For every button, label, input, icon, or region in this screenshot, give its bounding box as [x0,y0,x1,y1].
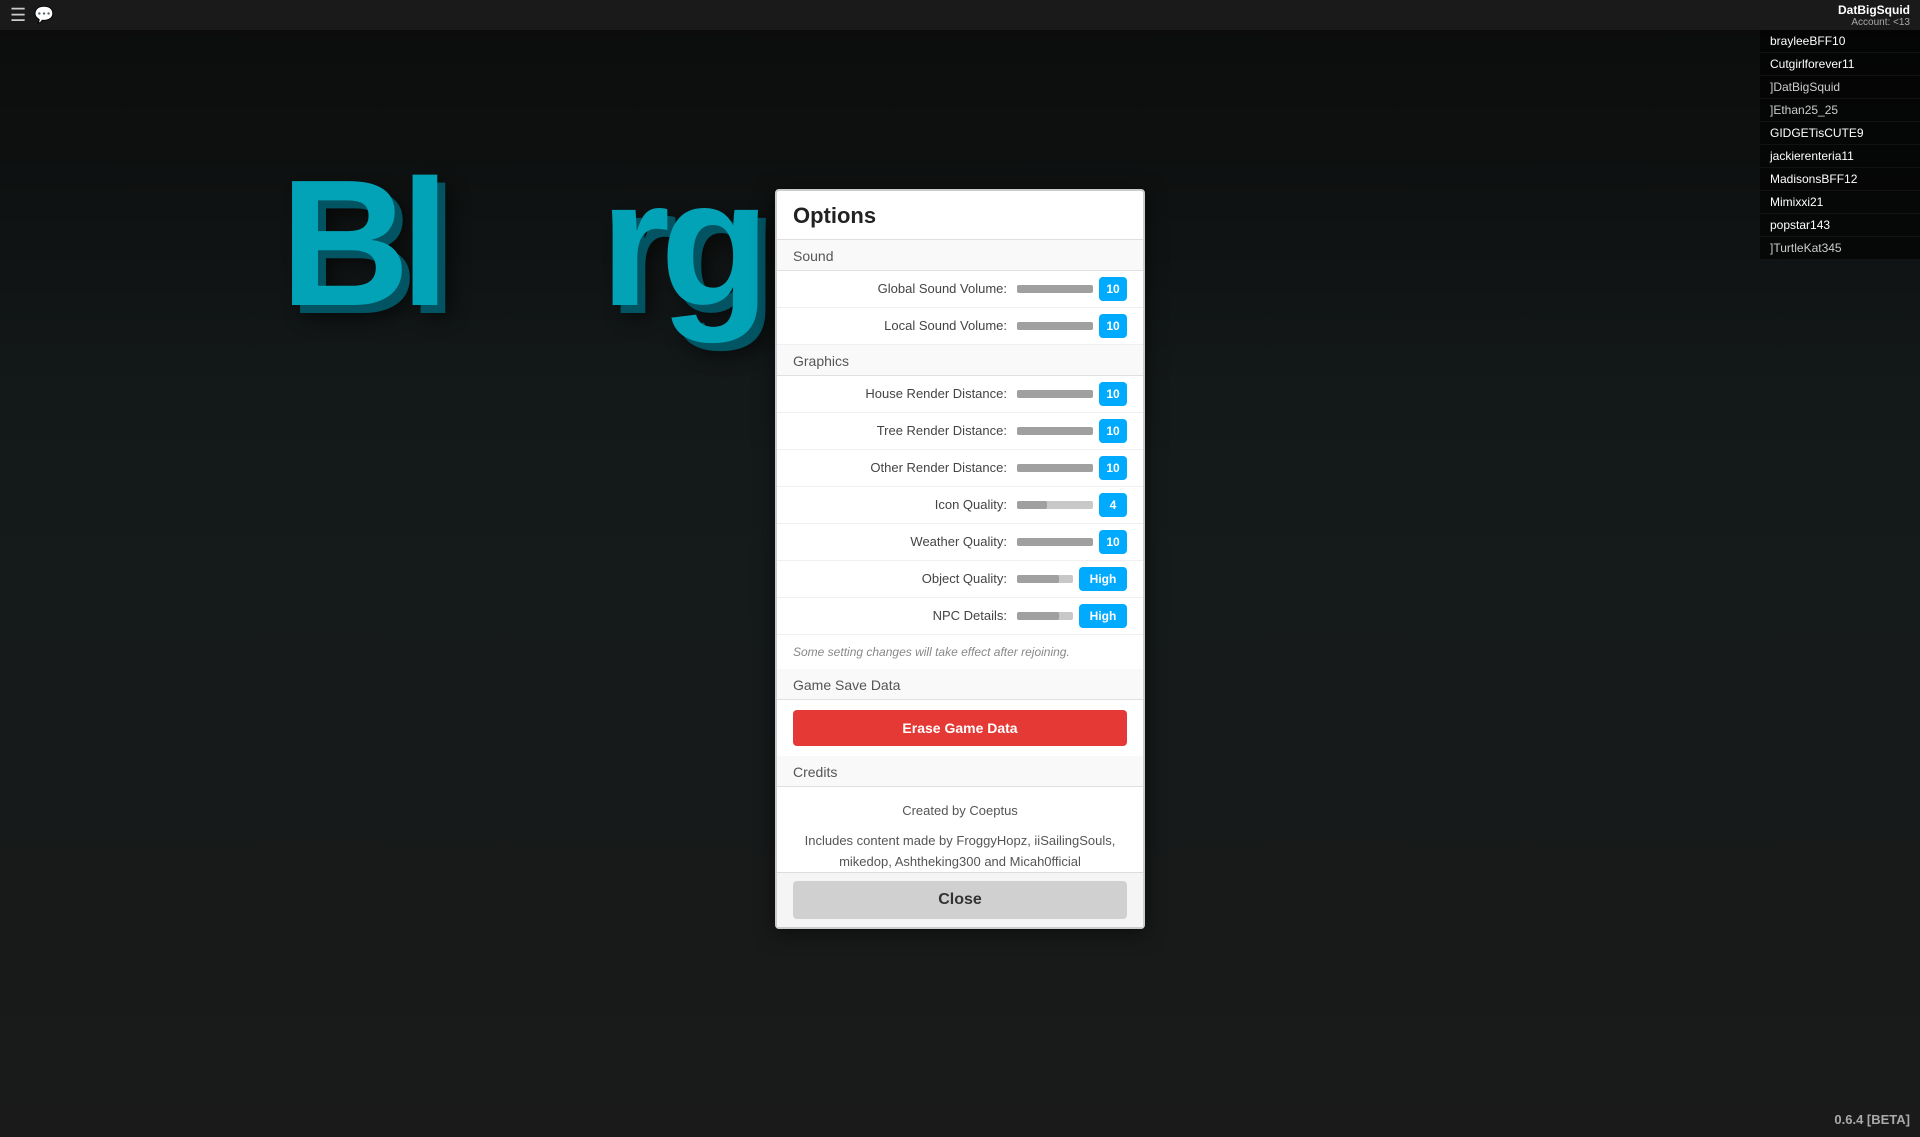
object-quality-control[interactable]: High [1017,567,1127,591]
global-sound-row: Global Sound Volume: 10 [777,271,1143,308]
settings-note: Some setting changes will take effect af… [777,635,1143,669]
local-sound-row: Local Sound Volume: 10 [777,308,1143,345]
house-render-row: House Render Distance: 10 [777,376,1143,413]
object-quality-row: Object Quality: High [777,561,1143,598]
options-dialog: Options Sound Global Sound Volume: 10 Lo… [775,189,1145,929]
slider-track [1017,538,1093,546]
object-quality-value: High [1079,567,1127,591]
erase-game-data-button[interactable]: Erase Game Data [793,710,1127,746]
npc-details-control[interactable]: High [1017,604,1127,628]
global-sound-label: Global Sound Volume: [793,281,1017,296]
slider-track [1017,501,1093,509]
slider-fill [1017,322,1093,330]
other-render-value: 10 [1099,456,1127,480]
weather-quality-label: Weather Quality: [793,534,1017,549]
sound-section-header: Sound [777,240,1143,271]
slider-track [1017,285,1093,293]
npc-details-value: High [1079,604,1127,628]
options-scroll[interactable]: Sound Global Sound Volume: 10 Local Soun… [777,240,1143,872]
weather-quality-slider[interactable]: 10 [1017,530,1127,554]
global-sound-value: 10 [1099,277,1127,301]
global-sound-slider[interactable]: 10 [1017,277,1127,301]
credits-section-header: Credits [777,756,1143,787]
other-render-slider[interactable]: 10 [1017,456,1127,480]
tree-render-row: Tree Render Distance: 10 [777,413,1143,450]
slider-track [1017,390,1093,398]
game-save-header: Game Save Data [777,669,1143,700]
house-render-value: 10 [1099,382,1127,406]
slider-fill [1017,390,1093,398]
close-button[interactable]: Close [793,881,1127,919]
slider-track [1017,575,1073,583]
slider-fill [1017,538,1093,546]
modal-overlay: Options Sound Global Sound Volume: 10 Lo… [0,0,1920,1137]
close-button-row: Close [777,872,1143,927]
local-sound-label: Local Sound Volume: [793,318,1017,333]
credits-created: Created by Coeptus [793,801,1127,822]
other-render-row: Other Render Distance: 10 [777,450,1143,487]
slider-fill [1017,464,1093,472]
local-sound-slider[interactable]: 10 [1017,314,1127,338]
slider-track [1017,427,1093,435]
slider-fill [1017,501,1047,509]
weather-quality-value: 10 [1099,530,1127,554]
slider-fill [1017,575,1059,583]
slider-track [1017,612,1073,620]
weather-quality-row: Weather Quality: 10 [777,524,1143,561]
dialog-title: Options [777,191,1143,240]
house-render-label: House Render Distance: [793,386,1017,401]
slider-track [1017,464,1093,472]
slider-fill [1017,427,1093,435]
other-render-label: Other Render Distance: [793,460,1017,475]
credits-includes: Includes content made by FroggyHopz, iiS… [793,831,1127,871]
slider-fill [1017,285,1093,293]
slider-track [1017,322,1093,330]
house-render-slider[interactable]: 10 [1017,382,1127,406]
local-sound-value: 10 [1099,314,1127,338]
graphics-section-header: Graphics [777,345,1143,376]
tree-render-value: 10 [1099,419,1127,443]
npc-details-label: NPC Details: [793,608,1017,623]
icon-quality-value: 4 [1099,493,1127,517]
slider-fill [1017,612,1059,620]
icon-quality-slider[interactable]: 4 [1017,493,1127,517]
icon-quality-label: Icon Quality: [793,497,1017,512]
object-quality-label: Object Quality: [793,571,1017,586]
tree-render-label: Tree Render Distance: [793,423,1017,438]
icon-quality-row: Icon Quality: 4 [777,487,1143,524]
tree-render-slider[interactable]: 10 [1017,419,1127,443]
credits-content: Created by Coeptus Includes content made… [777,787,1143,872]
npc-details-row: NPC Details: High [777,598,1143,635]
